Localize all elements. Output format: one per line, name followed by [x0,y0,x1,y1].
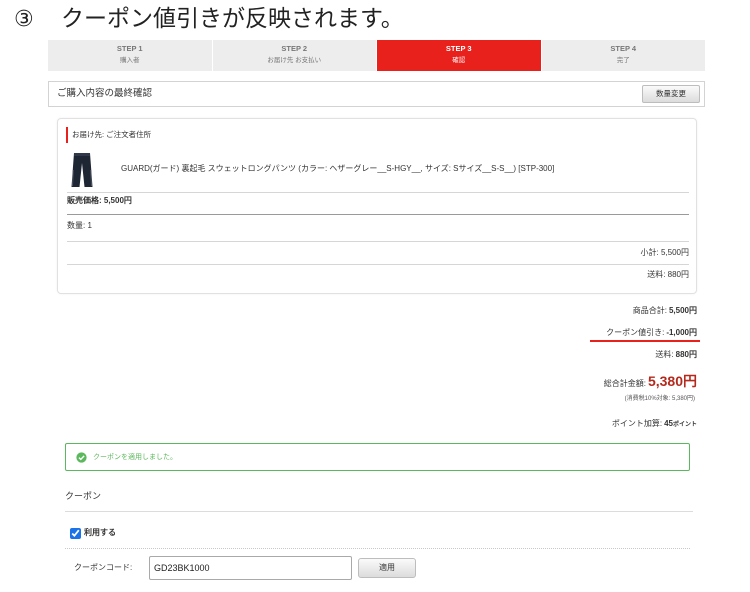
step-3: STEP 3 確認 [377,40,541,71]
divider [65,511,693,512]
coupon-applied-notice: クーポンを適用しました。 [65,443,690,471]
sale-price: 販売価格: 5,500円 [67,196,132,205]
instruction-text: クーポン値引きが反映されます。 [61,5,404,31]
step-title: STEP 1 [116,44,143,53]
goods-total-value: 5,500円 [668,306,697,315]
goods-total-label: 商品合計: [632,306,667,315]
points-unit: ポイント [672,422,697,428]
tax-note: (消費税10%対象: 5,380円) [624,396,695,402]
edit-quantity-button[interactable]: 数量変更 [642,85,700,103]
use-coupon-checkbox[interactable] [70,528,81,539]
subtotal: 小計: 5,500円 [640,248,689,257]
use-coupon-label[interactable]: 利用する [84,527,116,539]
order-item-card: お届け先: ご注文者住所 GUARD(ガード) 裏起毛 スウェットロングパンツ … [57,118,697,294]
shipping-value: 880円 [675,350,697,359]
checkout-steps: STEP 1 購入者 STEP 2 お届け先 お支払い STEP 3 確認 ST… [48,40,705,71]
coupon-code-label: クーポンコード: [74,563,133,572]
product-name: GUARD(ガード) 裏起毛 スウェットロングパンツ (カラー: ヘザーグレー_… [121,164,555,173]
grand-total-label: 総合計金額: [603,379,646,388]
grand-total: 総合計金額: 5,380円 [604,371,697,394]
shipping-label: 送料: [655,350,674,359]
notice-message: クーポンを適用しました。 [93,454,177,461]
step-label: 確認 [452,57,466,64]
divider [67,264,689,265]
coupon-discount-label: クーポン値引き: [606,328,665,337]
step-number: ③ [14,6,34,31]
step-1: STEP 1 購入者 [48,40,212,71]
divider [65,548,690,549]
coupon-discount: クーポン値引き: -1,000円 [606,327,697,339]
check-circle-icon [76,452,87,463]
step-2: STEP 2 お届け先 お支払い [212,40,376,71]
delivery-address-label: お届け先: ご注文者住所 [66,127,151,143]
pants-icon [71,153,93,187]
step-title: STEP 3 [445,44,472,53]
divider [67,192,689,193]
step-title: STEP 2 [281,44,308,53]
goods-total: 商品合計: 5,500円 [633,305,697,317]
shipping-fee: 送料: 880円 [655,349,697,361]
divider [67,241,689,242]
quantity: 数量: 1 [67,221,92,230]
apply-coupon-button[interactable]: 適用 [358,558,416,578]
points-earned: ポイント加算: 45ポイント [612,418,697,431]
divider [67,214,689,215]
points-label: ポイント加算: [611,419,663,428]
section-title: ご購入内容の最終確認 [57,88,153,99]
grand-total-value: 5,380円 [647,373,697,389]
step-4: STEP 4 完了 [541,40,705,71]
step-label: 購入者 [120,57,140,64]
item-shipping: 送料: 880円 [647,270,689,279]
instruction-heading: ③ クーポン値引きが反映されます。 [14,2,404,34]
points-value: 45 [664,419,673,428]
coupon-discount-value: -1,000円 [666,328,697,337]
step-title: STEP 4 [610,44,637,53]
final-confirmation-header: ご購入内容の最終確認 数量変更 [48,81,705,107]
highlight-underline [590,340,700,342]
step-label: お届け先 お支払い [267,57,322,64]
coupon-code-input[interactable] [149,556,352,580]
coupon-heading: クーポン [65,491,102,501]
step-label: 完了 [616,57,630,64]
